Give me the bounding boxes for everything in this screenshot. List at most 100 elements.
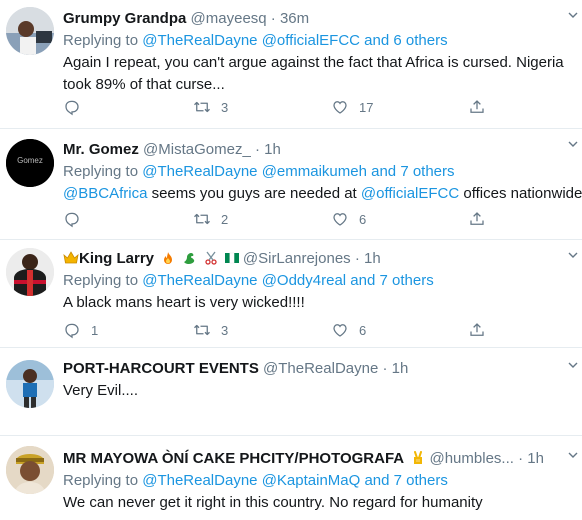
- tweet[interactable]: King Larry @SirLanrejones · 1h Replying …: [0, 240, 582, 348]
- tweet-text: A black mans heart is very wicked!!!!: [63, 294, 305, 311]
- others-link[interactable]: and 7 others: [364, 472, 447, 489]
- timestamp[interactable]: · 1h: [518, 450, 544, 467]
- tweet[interactable]: PORT-HARCOURT EVENTS @TheRealDayne · 1h …: [0, 348, 582, 436]
- chevron-down-icon[interactable]: [568, 450, 578, 460]
- emoji-group: [158, 250, 243, 267]
- like-count: 6: [359, 211, 367, 227]
- tweet-actions: 2 6: [63, 209, 503, 229]
- retweet-count: 2: [221, 211, 229, 227]
- others-link[interactable]: and 7 others: [350, 272, 433, 289]
- tweet-header: PORT-HARCOURT EVENTS @TheRealDayne · 1h: [63, 358, 574, 380]
- mention-link[interactable]: @TheRealDayne: [142, 163, 257, 180]
- display-name[interactable]: Mr. Gomez: [63, 141, 139, 158]
- tweet-text: Very Evil....: [63, 382, 139, 399]
- tweet[interactable]: Gomez Mr. Gomez @MistaGomez_ · 1h Replyi…: [0, 129, 582, 240]
- replying-label: Replying to: [63, 272, 143, 289]
- chevron-down-icon[interactable]: [568, 10, 578, 20]
- chevron-down-icon[interactable]: [568, 250, 578, 260]
- like-icon: [333, 324, 347, 337]
- tweet-actions: 3 17: [63, 97, 503, 117]
- tweet-header: Grumpy Grandpa @mayeesq · 36m: [63, 8, 574, 30]
- mention-link[interactable]: @KaptainMaQ: [262, 472, 361, 489]
- reply-icon: [65, 100, 79, 116]
- retweet-button[interactable]: 3: [193, 97, 228, 117]
- replying-to: Replying to @TheRealDayne @officialEFCC …: [63, 30, 574, 52]
- replying-to: Replying to @TheRealDayne @KaptainMaQ an…: [63, 470, 574, 492]
- mention-link[interactable]: @emmaikumeh: [262, 163, 367, 180]
- tweet-text-segment: seems you guys are needed at: [147, 185, 361, 202]
- handle[interactable]: @humbles...: [429, 450, 513, 467]
- crown-emoji: [63, 250, 79, 264]
- avatar[interactable]: Gomez: [6, 139, 54, 187]
- tweet-header: MR MAYOWA ÒNÍ CAKE PHCITY/PHOTOGRAFA @hu…: [63, 448, 574, 470]
- mention-link[interactable]: @officialEFCC: [361, 185, 459, 202]
- mention-link[interactable]: @Oddy4real: [262, 272, 346, 289]
- reply-button[interactable]: [63, 209, 91, 229]
- timestamp[interactable]: · 1h: [255, 141, 281, 158]
- avatar-label: Gomez: [17, 156, 43, 165]
- share-button[interactable]: [468, 320, 486, 340]
- retweet-icon: [194, 324, 210, 336]
- reply-count: 1: [91, 322, 99, 338]
- tweet[interactable]: Grumpy Grandpa @mayeesq · 36m Replying t…: [0, 0, 582, 129]
- retweet-count: 3: [221, 322, 229, 338]
- mention-link[interactable]: @BBCAfrica: [63, 185, 147, 202]
- retweet-button[interactable]: 3: [193, 320, 228, 340]
- tweet-text: @BBCAfrica seems you guys are needed at …: [63, 183, 582, 205]
- display-name[interactable]: Grumpy Grandpa: [63, 10, 186, 27]
- like-button[interactable]: 6: [331, 209, 366, 229]
- tweet-text: We can never get it right in this countr…: [63, 494, 483, 511]
- handle[interactable]: @SirLanrejones: [243, 250, 351, 267]
- handle[interactable]: @MistaGomez_: [143, 141, 251, 158]
- reply-button[interactable]: [63, 97, 91, 117]
- handle[interactable]: @TheRealDayne: [263, 360, 378, 377]
- mention-link[interactable]: @officialEFCC: [262, 32, 360, 49]
- like-button[interactable]: 17: [331, 97, 373, 117]
- tweet-text: Again I repeat, you can't argue against …: [63, 54, 564, 93]
- avatar[interactable]: [6, 248, 54, 296]
- timestamp[interactable]: · 36m: [271, 10, 309, 27]
- share-icon: [470, 212, 484, 225]
- replying-label: Replying to: [63, 32, 143, 49]
- reply-icon: [65, 323, 79, 339]
- share-button[interactable]: [468, 209, 486, 229]
- others-link[interactable]: and 6 others: [364, 32, 447, 49]
- others-link[interactable]: and 7 others: [371, 163, 454, 180]
- like-icon: [333, 213, 347, 226]
- dragon-emoji: [184, 253, 195, 264]
- retweet-icon: [194, 213, 210, 225]
- reply-button[interactable]: 1: [63, 320, 98, 340]
- replying-label: Replying to: [63, 472, 143, 489]
- handle[interactable]: @mayeesq: [191, 10, 267, 27]
- timestamp[interactable]: · 1h: [355, 250, 381, 267]
- share-icon: [470, 323, 484, 336]
- chevron-down-icon[interactable]: [568, 139, 578, 149]
- chevron-down-icon[interactable]: [568, 360, 578, 370]
- retweet-icon: [194, 101, 210, 113]
- reply-icon: [65, 212, 79, 228]
- avatar[interactable]: [6, 360, 54, 408]
- victory-hand-emoji: [414, 451, 423, 464]
- display-name[interactable]: PORT-HARCOURT EVENTS: [63, 360, 259, 377]
- nigeria-flag-emoji: [224, 252, 239, 264]
- replying-to: Replying to @TheRealDayne @Oddy4real and…: [63, 270, 574, 292]
- tweet[interactable]: MR MAYOWA ÒNÍ CAKE PHCITY/PHOTOGRAFA @hu…: [0, 436, 582, 520]
- share-button[interactable]: [468, 97, 486, 117]
- like-count: 6: [359, 322, 367, 338]
- tweet-text-segment: offices nationwide: [459, 185, 582, 202]
- retweet-count: 3: [221, 99, 229, 115]
- fire-emoji: [164, 252, 173, 264]
- retweet-button[interactable]: 2: [193, 209, 228, 229]
- display-name[interactable]: King Larry: [79, 250, 154, 267]
- timestamp[interactable]: · 1h: [382, 360, 408, 377]
- mention-link[interactable]: @TheRealDayne: [142, 472, 257, 489]
- avatar[interactable]: [6, 446, 54, 494]
- mention-link[interactable]: @TheRealDayne: [142, 272, 257, 289]
- replying-to: Replying to @TheRealDayne @emmaikumeh an…: [63, 161, 574, 183]
- like-button[interactable]: 6: [331, 320, 366, 340]
- like-count: 17: [359, 99, 374, 115]
- like-icon: [333, 101, 347, 114]
- mention-link[interactable]: @TheRealDayne: [142, 32, 257, 49]
- avatar[interactable]: [6, 7, 54, 55]
- display-name[interactable]: MR MAYOWA ÒNÍ CAKE PHCITY/PHOTOGRAFA: [63, 450, 404, 467]
